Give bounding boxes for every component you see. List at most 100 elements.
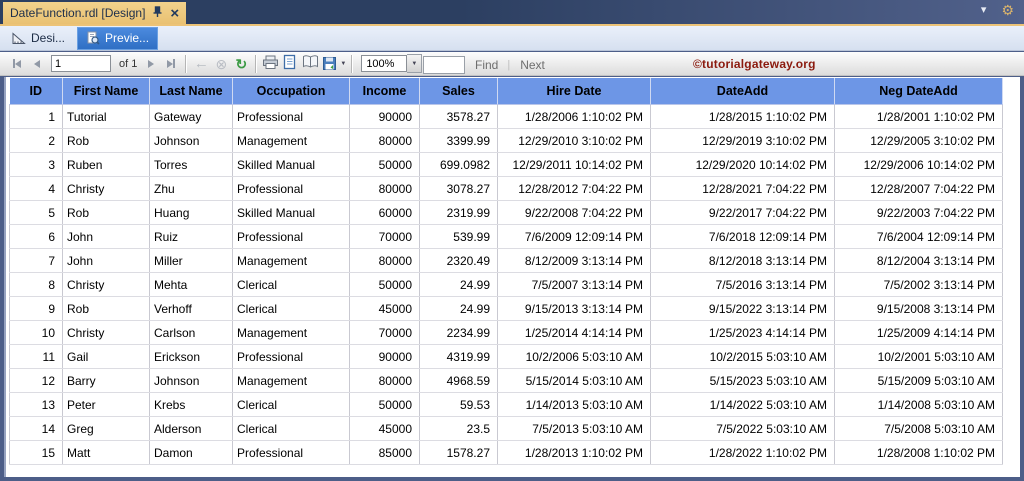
next-link[interactable]: Next	[520, 58, 545, 72]
page-setup-icon[interactable]	[302, 54, 320, 74]
table-cell: Rob	[62, 200, 150, 225]
table-cell: 7/6/2004 12:09:14 PM	[834, 224, 1003, 249]
table-cell: 80000	[349, 128, 420, 153]
table-cell: 3399.99	[419, 128, 498, 153]
table-cell: 45000	[349, 296, 420, 321]
table-cell: 1/28/2006 1:10:02 PM	[497, 104, 651, 129]
table-cell: 80000	[349, 176, 420, 201]
document-tab-label: DateFunction.rdl [Design]	[10, 6, 146, 20]
table-cell: Gail	[62, 344, 150, 369]
table-cell: 12/29/2020 10:14:02 PM	[650, 152, 835, 177]
tab-design[interactable]: Desi...	[4, 28, 73, 49]
table-cell: 70000	[349, 224, 420, 249]
table-cell: 7	[9, 248, 63, 273]
table-cell: Zhu	[149, 176, 233, 201]
table-cell: 10/2/2015 5:03:10 AM	[650, 344, 835, 369]
table-cell: 1/14/2013 5:03:10 AM	[497, 392, 651, 417]
column-header: Income	[349, 78, 420, 105]
first-page-button[interactable]	[8, 54, 26, 74]
table-cell: 60000	[349, 200, 420, 225]
column-header: First Name	[62, 78, 150, 105]
report-table-body: 1 Tutorial Gateway Professional 90000 3578.27…	[9, 104, 1003, 465]
table-cell: 1/25/2009 4:14:14 PM	[834, 320, 1003, 345]
table-cell: Matt	[62, 440, 150, 465]
tab-preview[interactable]: Previe...	[77, 26, 159, 50]
find-input[interactable]	[423, 56, 465, 74]
export-button[interactable]: ▼	[322, 54, 346, 74]
table-cell: Christy	[62, 272, 150, 297]
find-link[interactable]: Find	[475, 58, 498, 72]
table-cell: 5/15/2023 5:03:10 AM	[650, 368, 835, 393]
table-cell: Ruiz	[149, 224, 233, 249]
table-cell: John	[62, 248, 150, 273]
table-cell: 12/29/2019 3:10:02 PM	[650, 128, 835, 153]
zoom-combobox[interactable]: 100% ▼	[361, 54, 423, 73]
table-row: 13 Peter Krebs Clerical 50000 59.53 1/14/2013 …	[9, 392, 1003, 417]
table-row: 1 Tutorial Gateway Professional 90000 3578.27…	[9, 104, 1003, 129]
title-bar-icons: ▾ ⚙	[981, 3, 1014, 17]
last-page-button[interactable]	[162, 54, 180, 74]
table-cell: 8/12/2004 3:13:14 PM	[834, 248, 1003, 273]
table-cell: Rob	[62, 128, 150, 153]
pin-icon[interactable]	[152, 6, 163, 20]
table-cell: 14	[9, 416, 63, 441]
table-cell: 3078.27	[419, 176, 498, 201]
table-cell: 10/2/2001 5:03:10 AM	[834, 344, 1003, 369]
print-icon[interactable]	[262, 54, 280, 74]
table-cell: 10	[9, 320, 63, 345]
table-cell: 59.53	[419, 392, 498, 417]
table-cell: Professional	[232, 344, 350, 369]
table-cell: 15	[9, 440, 63, 465]
table-cell: Erickson	[149, 344, 233, 369]
chevron-down-icon[interactable]: ▾	[981, 4, 987, 16]
report-table: ID First Name Last Name Occupation Income Sal…	[9, 78, 1003, 465]
table-cell: Mehta	[149, 272, 233, 297]
gear-icon[interactable]: ⚙	[1001, 3, 1014, 17]
table-cell: 4319.99	[419, 344, 498, 369]
table-row: 7 John Miller Management 80000 2320.49 8/12/20…	[9, 248, 1003, 273]
table-cell: Skilled Manual	[232, 200, 350, 225]
design-ruler-icon	[12, 31, 26, 45]
table-cell: Management	[232, 128, 350, 153]
table-cell: 4968.59	[419, 368, 498, 393]
stop-rendering-icon[interactable]: ⊗	[212, 54, 230, 74]
table-cell: 50000	[349, 392, 420, 417]
toolbar-separator	[255, 54, 258, 73]
zoom-caret-icon[interactable]: ▼	[407, 54, 423, 73]
page-number-input[interactable]	[51, 55, 111, 72]
table-cell: 13	[9, 392, 63, 417]
close-icon[interactable]: ×	[170, 6, 179, 21]
table-cell: John	[62, 224, 150, 249]
table-cell: 23.5	[419, 416, 498, 441]
previous-page-button[interactable]	[28, 54, 46, 74]
table-cell: 9/15/2008 3:13:14 PM	[834, 296, 1003, 321]
refresh-icon[interactable]: ↻	[232, 54, 250, 74]
toolbar-separator	[185, 54, 188, 73]
table-cell: Miller	[149, 248, 233, 273]
table-cell: 80000	[349, 248, 420, 273]
table-cell: Skilled Manual	[232, 152, 350, 177]
table-cell: 4	[9, 176, 63, 201]
table-cell: Ruben	[62, 152, 150, 177]
table-cell: 539.99	[419, 224, 498, 249]
table-cell: 12/29/2010 3:10:02 PM	[497, 128, 651, 153]
table-cell: 1/28/2001 1:10:02 PM	[834, 104, 1003, 129]
table-cell: 1/28/2013 1:10:02 PM	[497, 440, 651, 465]
back-to-parent-icon[interactable]: ←	[192, 54, 210, 74]
report-toolbar: of 1 ← ⊗ ↻ ▼ 100% ▼ Find |	[0, 52, 1024, 76]
table-cell: 1/25/2014 4:14:14 PM	[497, 320, 651, 345]
table-cell: 5/15/2014 5:03:10 AM	[497, 368, 651, 393]
export-save-icon	[322, 56, 337, 72]
table-cell: Damon	[149, 440, 233, 465]
table-cell: Rob	[62, 296, 150, 321]
table-cell: 2319.99	[419, 200, 498, 225]
print-layout-icon[interactable]	[282, 54, 300, 74]
table-cell: 12/29/2006 10:14:02 PM	[834, 152, 1003, 177]
document-tab[interactable]: DateFunction.rdl [Design] ×	[3, 2, 187, 24]
table-cell: 12/29/2005 3:10:02 PM	[834, 128, 1003, 153]
table-cell: 45000	[349, 416, 420, 441]
next-page-button[interactable]	[142, 54, 160, 74]
table-cell: 5/15/2009 5:03:10 AM	[834, 368, 1003, 393]
table-cell: Professional	[232, 224, 350, 249]
table-cell: 2	[9, 128, 63, 153]
